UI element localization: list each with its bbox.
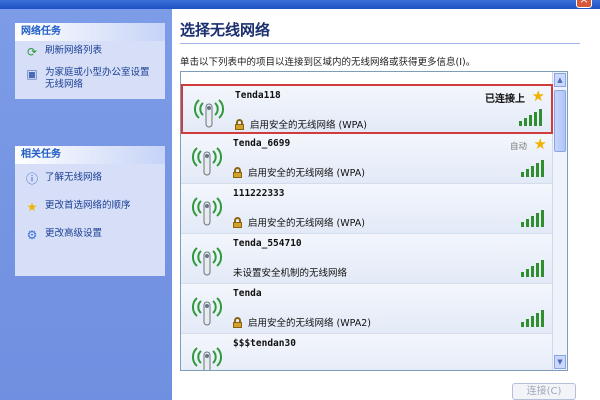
preferred-star-icon: ★ [533, 135, 547, 153]
task-label: 刷新网络列表 [45, 45, 103, 56]
network-security: 启用安全的无线网络 (WPA) [235, 117, 367, 131]
lock-icon [235, 118, 244, 130]
preferred-star-icon: ★ [531, 87, 545, 105]
scroll-up-arrow[interactable]: ▲ [554, 73, 566, 87]
task-label: 更改高级设置 [45, 228, 103, 239]
network-tasks-header: 网络任务 [15, 23, 165, 41]
signal-strength-icon [521, 210, 544, 227]
task-advanced-settings[interactable]: ⚙ 更改高级设置 [15, 224, 165, 246]
close-button[interactable]: × [576, 0, 592, 8]
network-setup-icon: ▣ [26, 67, 38, 81]
scroll-thumb[interactable] [554, 90, 566, 152]
lock-icon [233, 316, 242, 328]
network-list[interactable]: Tenda118 启用安全的无线网络 (WPA) 已连接上 ★ Tenda_66… [180, 71, 568, 371]
network-row[interactable]: Tenda_554710 未设置安全机制的无线网络 [181, 234, 553, 284]
instruction-text: 单击以下列表中的项目以连接到区域内的无线网络或获得更多信息(I)。 [180, 57, 476, 68]
network-name: Tenda [233, 288, 262, 299]
network-name: Tenda_6699 [233, 138, 291, 149]
network-name: Tenda_554710 [233, 238, 302, 249]
wireless-antenna-icon [191, 197, 223, 226]
signal-strength-icon [521, 260, 544, 277]
wireless-antenna-icon [191, 347, 223, 370]
network-name: $$$tendan30 [233, 338, 296, 349]
task-setup-wireless[interactable]: ▣ 为家庭或小型办公室设置无线网络 [15, 63, 165, 99]
task-pane: 网络任务 ⟳ 刷新网络列表 ▣ 为家庭或小型办公室设置无线网络 相关任务 ⓘ 了… [0, 9, 172, 400]
star-icon: ★ [26, 200, 38, 214]
wireless-antenna-icon [193, 99, 225, 128]
related-tasks-header: 相关任务 [15, 146, 165, 164]
connection-status: 已连接上 [485, 94, 525, 105]
network-security: 启用安全的无线网络 (WPA) [233, 215, 365, 229]
info-icon: ⓘ [25, 172, 38, 186]
title-bar: × [0, 0, 600, 9]
security-label: 启用安全的无线网络 (WPA2) [248, 318, 371, 329]
connection-status: 自动 [509, 142, 527, 152]
security-label: 未设置安全机制的无线网络 [233, 268, 348, 279]
connect-button[interactable]: 连接(C) [512, 383, 576, 400]
lock-icon [233, 216, 242, 228]
signal-strength-icon [521, 160, 544, 177]
refresh-icon: ⟳ [26, 45, 38, 59]
task-label: 更改首选网络的顺序 [45, 200, 131, 211]
network-row[interactable]: Tenda118 启用安全的无线网络 (WPA) 已连接上 ★ [181, 84, 553, 134]
task-change-preferred-order[interactable]: ★ 更改首选网络的顺序 [15, 196, 165, 218]
signal-strength-icon [519, 109, 542, 126]
wireless-antenna-icon [191, 297, 223, 326]
wireless-antenna-icon [191, 147, 223, 176]
network-row[interactable]: 111222333 启用安全的无线网络 (WPA) [181, 184, 553, 234]
scrollbar[interactable]: ▲ ▼ [552, 72, 567, 370]
task-label: 为家庭或小型办公室设置无线网络 [45, 67, 150, 90]
network-row[interactable]: Tenda_6699 启用安全的无线网络 (WPA) 自动 ★ [181, 134, 553, 184]
network-security: 启用安全的无线网络 (WPA2) [233, 315, 371, 329]
network-name: Tenda118 [235, 90, 281, 101]
settings-icon: ⚙ [26, 228, 38, 242]
wireless-antenna-icon [191, 247, 223, 276]
scroll-down-arrow[interactable]: ▼ [554, 355, 566, 369]
network-row[interactable]: Tenda 启用安全的无线网络 (WPA2) [181, 284, 553, 334]
network-security: 未设置安全机制的无线网络 [233, 265, 347, 279]
signal-strength-icon [521, 310, 544, 327]
security-label: 启用安全的无线网络 (WPA) [250, 120, 367, 131]
title-divider [180, 43, 580, 44]
task-refresh-network-list[interactable]: ⟳ 刷新网络列表 [15, 41, 165, 63]
network-row[interactable]: $$$tendan30 [181, 334, 553, 370]
network-name: 111222333 [233, 188, 285, 199]
task-label: 了解无线网络 [45, 172, 103, 183]
lock-icon [233, 166, 242, 178]
related-tasks-panel: 相关任务 ⓘ 了解无线网络 ★ 更改首选网络的顺序 ⚙ 更改高级设置 [15, 146, 165, 276]
task-learn-wireless[interactable]: ⓘ 了解无线网络 [15, 168, 165, 190]
network-tasks-panel: 网络任务 ⟳ 刷新网络列表 ▣ 为家庭或小型办公室设置无线网络 [15, 23, 165, 99]
security-label: 启用安全的无线网络 (WPA) [248, 218, 365, 229]
main-area: 选择无线网络 单击以下列表中的项目以连接到区域内的无线网络或获得更多信息(I)。… [172, 9, 600, 400]
network-security: 启用安全的无线网络 (WPA) [233, 165, 365, 179]
security-label: 启用安全的无线网络 (WPA) [248, 168, 365, 179]
page-title: 选择无线网络 [180, 21, 271, 39]
